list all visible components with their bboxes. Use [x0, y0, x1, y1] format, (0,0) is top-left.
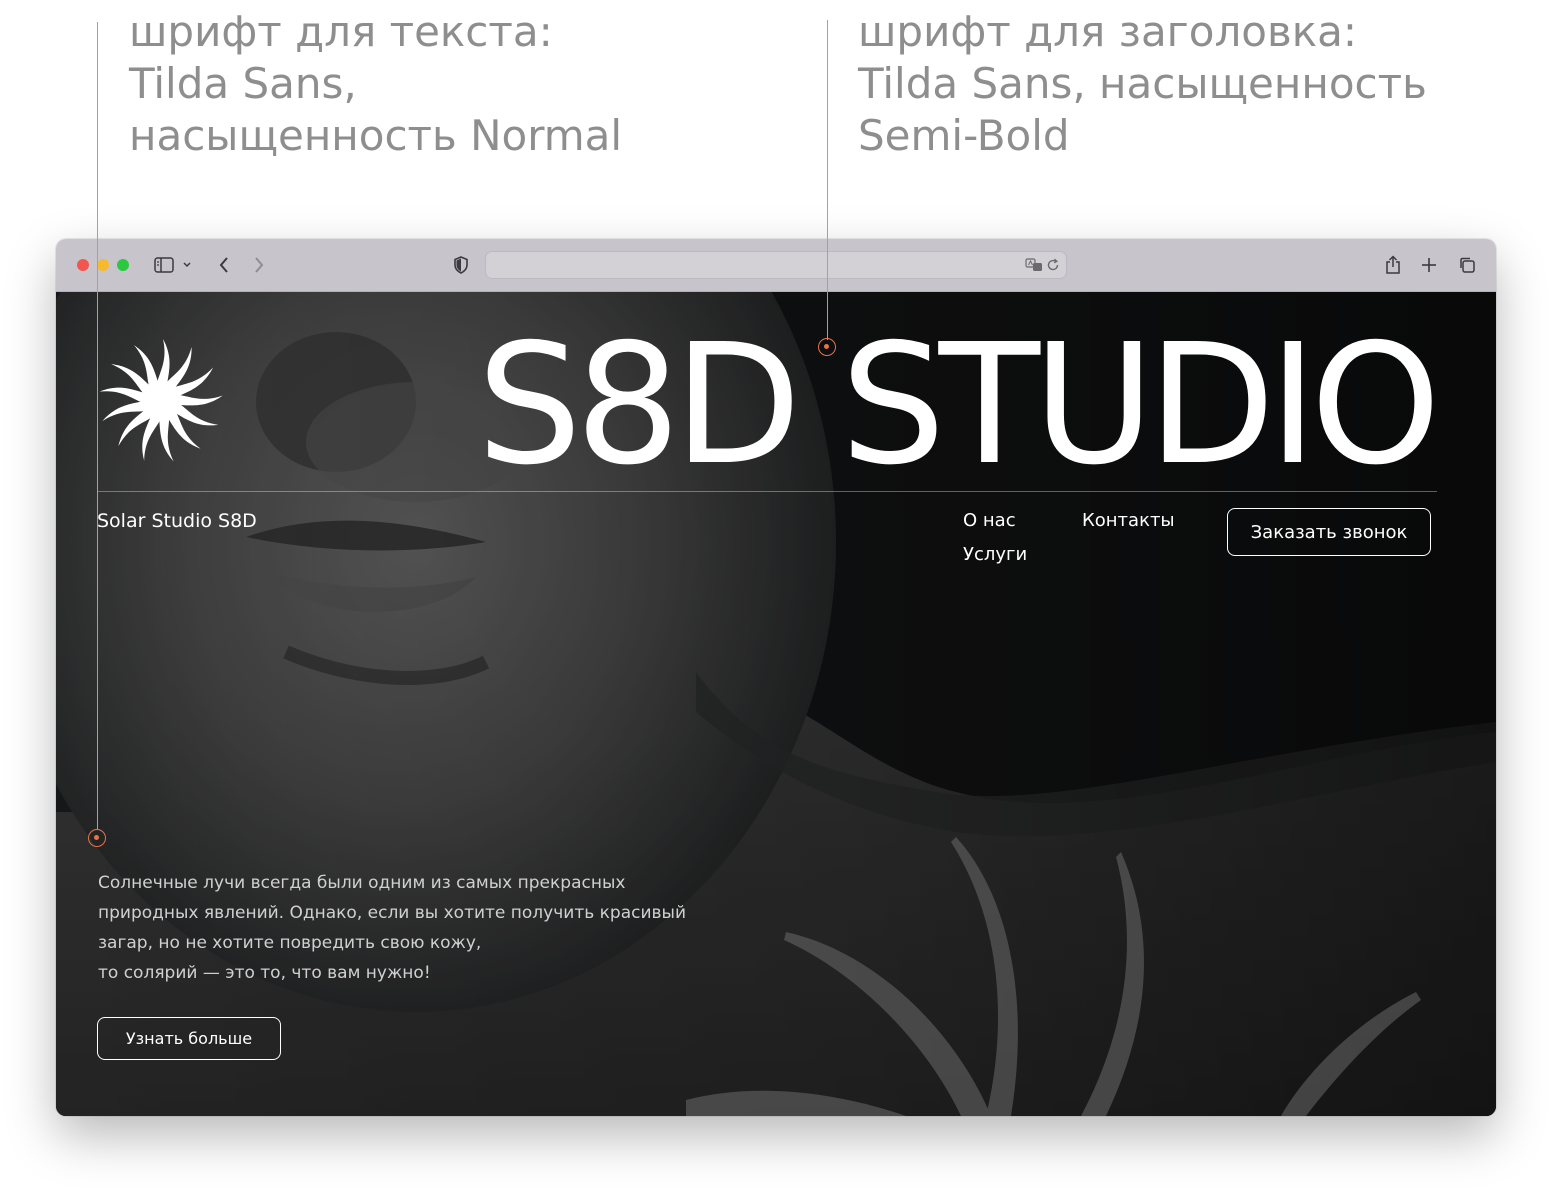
hero-text-line: природных явлений. Однако, если вы хотит…	[98, 903, 687, 923]
close-window-button[interactable]	[77, 259, 89, 271]
header-divider	[97, 491, 1437, 492]
annotation-line: насыщенность Normal	[129, 111, 623, 160]
learn-more-button[interactable]: Узнать больше	[97, 1017, 281, 1060]
sidebar-icon[interactable]	[153, 254, 175, 276]
annotation-line: Semi-Bold	[858, 111, 1070, 160]
site-title: S8D STUDIO	[476, 309, 1441, 502]
browser-window: S8D STUDIO Solar Studio S8D О нас Услуги…	[56, 239, 1496, 1116]
brand-name: Solar Studio S8D	[97, 510, 257, 532]
hero-text-line: то солярий — это то, что вам нужно!	[98, 963, 431, 983]
forward-icon[interactable]	[248, 254, 270, 276]
address-bar[interactable]	[485, 251, 1067, 279]
annotation-line: Tilda Sans,	[129, 59, 357, 108]
annotation-marker	[818, 338, 836, 356]
translate-icon[interactable]	[1025, 257, 1043, 273]
shield-icon[interactable]	[450, 254, 472, 276]
chevron-down-icon[interactable]	[180, 254, 194, 276]
annotation-marker	[88, 829, 106, 847]
annotation-line: Tilda Sans, насыщенность	[858, 59, 1427, 108]
annotation-leader-line	[827, 20, 828, 340]
browser-toolbar	[56, 239, 1496, 292]
hero-text-line: Солнечные лучи всегда были одним из самы…	[98, 873, 626, 893]
sun-logo-icon	[99, 339, 223, 462]
minimize-window-button[interactable]	[97, 259, 109, 271]
annotation-line: шрифт для заголовка:	[858, 7, 1357, 56]
hero-description: Солнечные лучи всегда были одним из самы…	[98, 868, 698, 988]
annotation-heading-font: шрифт для заголовка: Tilda Sans, насыщен…	[858, 6, 1427, 162]
share-icon[interactable]	[1382, 254, 1404, 276]
nav-link-services[interactable]: Услуги	[963, 544, 1027, 565]
reload-icon[interactable]	[1045, 257, 1061, 273]
nav-link-contacts[interactable]: Контакты	[1082, 510, 1175, 531]
annotation-line: шрифт для текста:	[129, 7, 553, 56]
annotation-text-font: шрифт для текста: Tilda Sans, насыщеннос…	[129, 6, 622, 162]
back-icon[interactable]	[213, 254, 235, 276]
hero-text-line: загар, но не хотите повредить свою кожу,	[98, 933, 482, 953]
maximize-window-button[interactable]	[117, 259, 129, 271]
annotation-leader-line	[97, 22, 98, 830]
website-viewport: S8D STUDIO Solar Studio S8D О нас Услуги…	[56, 292, 1496, 1116]
tabs-overview-icon[interactable]	[1456, 254, 1478, 276]
nav-link-about[interactable]: О нас	[963, 510, 1016, 531]
plus-icon[interactable]	[1418, 254, 1440, 276]
order-call-button[interactable]: Заказать звонок	[1227, 508, 1431, 556]
